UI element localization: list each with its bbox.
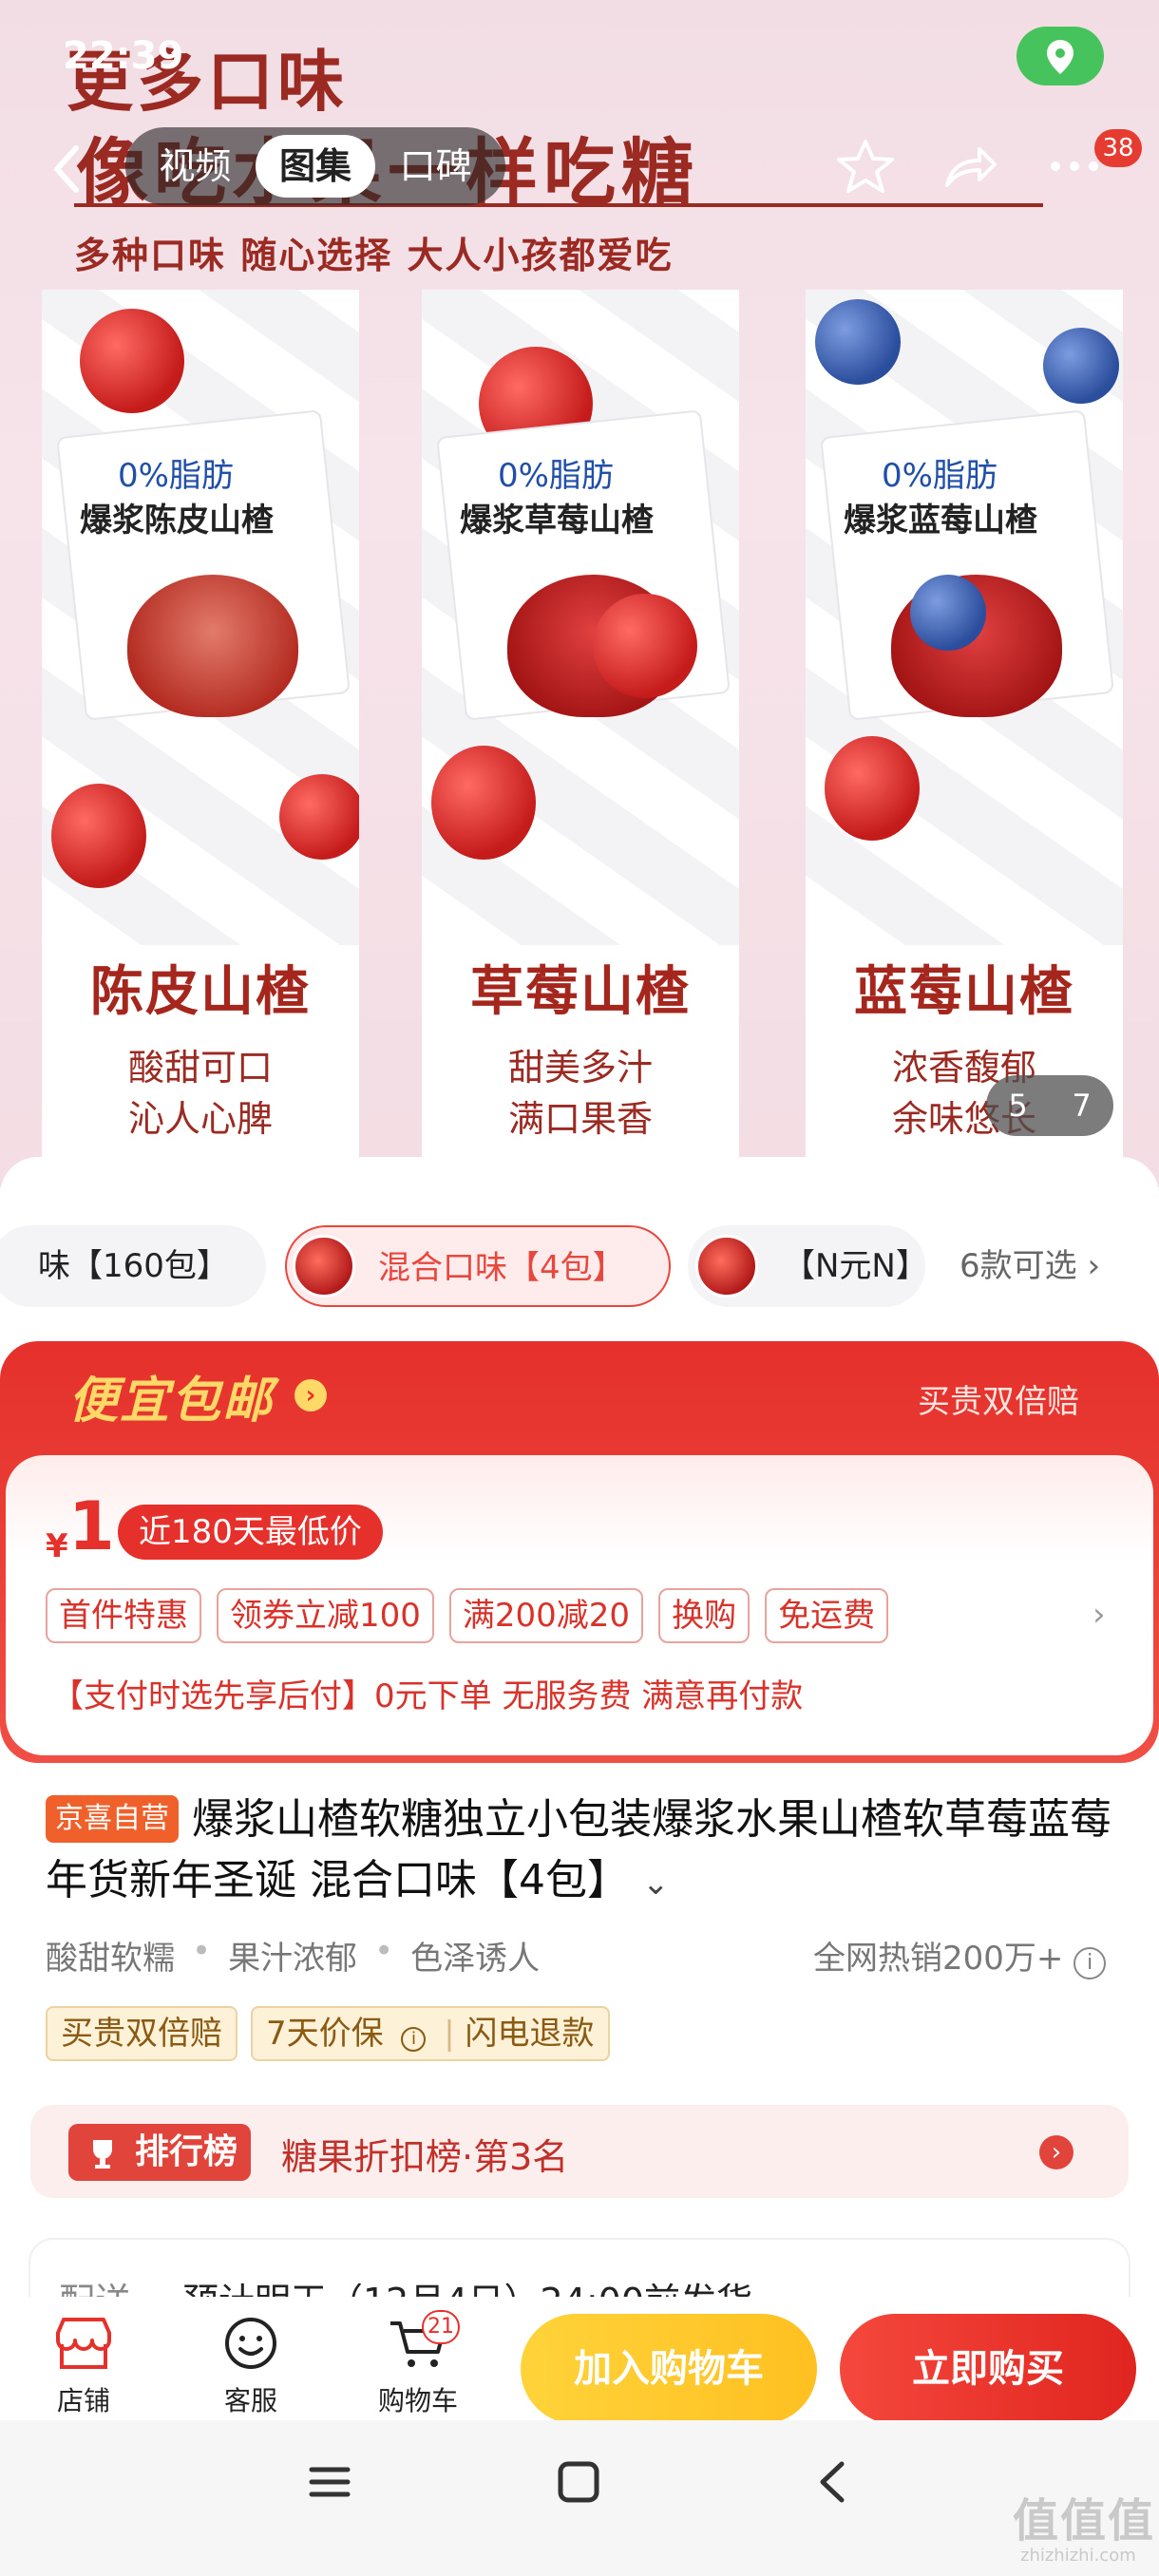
candy-name-text: 爆浆陈皮山楂: [80, 502, 274, 540]
price-value: 1: [68, 1487, 115, 1565]
info-icon[interactable]: i: [1074, 1947, 1107, 1979]
back-icon[interactable]: [809, 2458, 857, 2506]
watermark-logo: 值值值: [1013, 2494, 1156, 2548]
promo-guarantee: 买贵双倍赔: [918, 1383, 1079, 1421]
service-label: 客服: [223, 2385, 277, 2416]
chat-smile-icon: [194, 2314, 308, 2373]
flavor-panel-blueberry: 0%脂肪 爆浆蓝莓山楂 蓝莓山楂 浓香馥郁 余味悠长: [806, 290, 1123, 1164]
store-button[interactable]: 店铺: [27, 2314, 141, 2418]
guarantee-label: 闪电退款: [465, 2015, 595, 2053]
flavor-panel-chenpi: 0%脂肪 爆浆陈皮山楂 陈皮山楂 酸甜可口 沁人心脾: [42, 290, 359, 1164]
feature-item: 酸甜软糯: [46, 1940, 175, 1978]
guarantee-label: 7天价保: [266, 2015, 384, 2053]
flavor-desc-2: 满口果香: [507, 1098, 653, 1140]
hero-subtitle: 多种口味 随心选择 大人小孩都爱吃: [74, 235, 674, 276]
lowest-price-tag: 近180天最低价: [118, 1505, 383, 1560]
counter-total: 7: [1072, 1088, 1092, 1124]
coupon-chip[interactable]: 换购: [658, 1588, 750, 1643]
more-variants-link[interactable]: 6款可选 ›: [960, 1225, 1100, 1307]
flavor-desc-1: 甜美多汁: [507, 1047, 653, 1089]
store-label: 店铺: [56, 2385, 110, 2416]
variant-selector: 味【160包】 混合口味【4包】 【N元N】 6款可选 ›: [0, 1225, 1159, 1309]
candy-fat-text: 0%脂肪: [882, 457, 998, 495]
candy-photo: [422, 290, 739, 945]
coupon-chip[interactable]: 免运费: [765, 1588, 889, 1643]
guarantee-chip[interactable]: 买贵双倍赔: [46, 2006, 238, 2061]
watermark-url: zhizhizhi.com: [1020, 2546, 1136, 2566]
store-icon: [27, 2314, 141, 2373]
sales-count[interactable]: 全网热销200万+ i: [813, 1932, 1107, 1979]
ranking-tag: 排行榜: [68, 2124, 252, 2181]
trophy-icon: [84, 2133, 122, 2171]
add-to-cart-button[interactable]: 加入购物车: [521, 2314, 817, 2424]
coupon-chip[interactable]: 满200减20: [448, 1588, 644, 1643]
flavor-label: 草莓山楂: [470, 961, 691, 1023]
candy-photo: [42, 290, 359, 945]
tab-reviews[interactable]: 口碑: [375, 135, 496, 198]
pay-later-note[interactable]: 【支付时选先享后付】0元下单 无服务费 满意再付款: [51, 1670, 803, 1716]
chevron-right-icon[interactable]: ›: [1039, 2135, 1074, 2169]
feature-item: 果汁浓郁: [228, 1940, 358, 1978]
variant-label: 混合口味【4包】: [378, 1249, 625, 1287]
gallery-counter: 5 7: [986, 1075, 1113, 1136]
feature-list: 酸甜软糯 • 果汁浓郁 • 色泽诱人: [46, 1932, 541, 1978]
variant-label: 【N元N】: [783, 1247, 925, 1285]
candy-name-text: 爆浆草莓山楂: [460, 502, 654, 540]
cart-count-badge: 21: [422, 2310, 460, 2344]
ranking-text: 糖果折扣榜·第3名: [281, 2136, 569, 2178]
promo-title[interactable]: 便宜包邮: [68, 1360, 274, 1431]
candy-fat-text: 0%脂肪: [498, 457, 614, 495]
feature-item: 色泽诱人: [410, 1940, 541, 1978]
flavor-label: 蓝莓山楂: [854, 961, 1074, 1023]
self-operated-tag: 京喜自营: [46, 1795, 179, 1843]
customer-service-button[interactable]: 客服: [194, 2314, 308, 2418]
flavor-desc-2: 沁人心脾: [127, 1098, 273, 1140]
tab-gallery[interactable]: 图集: [255, 135, 376, 198]
system-navigation-bar: [0, 2420, 1159, 2576]
ranking-tag-label: 排行榜: [135, 2132, 238, 2171]
coupon-chips[interactable]: 首件特惠 领券立减100 满200减20 换购 免运费: [46, 1588, 889, 1643]
back-arrow-icon[interactable]: [48, 141, 86, 198]
message-badge: 38: [1094, 129, 1142, 167]
share-icon[interactable]: [937, 133, 1003, 199]
info-icon: i: [401, 2027, 427, 2052]
media-tabs: 视频 图集 口碑: [125, 127, 505, 205]
flavor-desc-1: 酸甜可口: [127, 1047, 273, 1089]
cart-label: 购物车: [377, 2385, 458, 2416]
chevron-right-icon[interactable]: ›: [294, 1379, 327, 1411]
product-title-block[interactable]: 京喜自营 爆浆山楂软糖独立小包装爆浆水果山楂软草莓蓝莓年货新年圣诞 混合口味【4包…: [46, 1790, 1129, 1914]
candy-name-text: 爆浆蓝莓山楂: [844, 502, 1037, 540]
guarantee-chip[interactable]: 7天价保 i | 闪电退款: [251, 2006, 610, 2061]
variant-option[interactable]: 味【160包】: [0, 1225, 266, 1307]
candy-fat-text: 0%脂肪: [118, 457, 234, 495]
recent-apps-icon[interactable]: [306, 2458, 353, 2506]
counter-current: 5: [1008, 1088, 1028, 1124]
flavor-panel-strawberry: 0%脂肪 爆浆草莓山楂 草莓山楂 甜美多汁 满口果香: [422, 290, 739, 1164]
guarantee-chips[interactable]: 买贵双倍赔 7天价保 i | 闪电退款: [46, 2006, 610, 2061]
tab-video[interactable]: 视频: [135, 135, 256, 198]
favorite-star-icon[interactable]: [832, 133, 899, 199]
currency-symbol: ¥: [46, 1527, 68, 1565]
product-title: 爆浆山楂软糖独立小包装爆浆水果山楂软草莓蓝莓年货新年圣诞 混合口味【4包】: [46, 1795, 1112, 1904]
location-icon[interactable]: [1016, 27, 1104, 85]
chevron-right-icon[interactable]: ›: [1092, 1596, 1106, 1634]
coupon-chip[interactable]: 首件特惠: [46, 1588, 201, 1643]
variant-thumbnail: [293, 1235, 355, 1297]
chevron-down-icon[interactable]: ⌄: [642, 1865, 670, 1903]
home-icon[interactable]: [555, 2458, 602, 2506]
variant-thumbnail: [695, 1235, 758, 1297]
flavor-label: 陈皮山楂: [90, 961, 311, 1023]
status-time: 22:39: [63, 34, 184, 78]
buy-now-button[interactable]: 立即购买: [840, 2314, 1136, 2424]
candy-photo: [806, 290, 1123, 945]
coupon-chip[interactable]: 领券立减100: [217, 1588, 434, 1643]
sales-text: 全网热销200万+: [813, 1940, 1064, 1978]
